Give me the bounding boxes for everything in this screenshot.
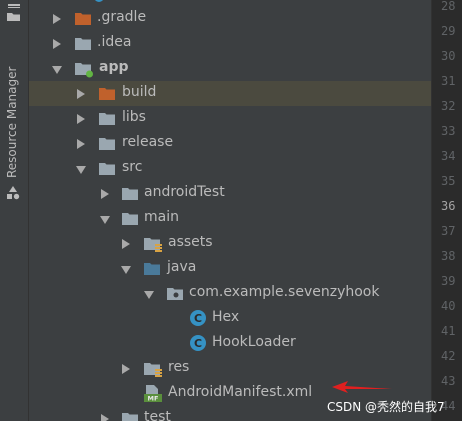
tree-label: .idea [97,34,132,50]
line-number: 34 [441,149,456,163]
tree-row-res[interactable]: res [29,356,431,381]
resource-folder-icon [144,363,162,377]
chevron-right-icon[interactable] [122,364,130,374]
chevron-right-icon[interactable] [122,239,130,249]
manifest-file-icon: MF [144,385,162,403]
line-number: 41 [441,324,456,338]
tree-label: assets [168,234,213,250]
tree-label: build [122,84,157,100]
tree-label: app [99,59,129,75]
chevron-right-icon[interactable] [101,414,109,421]
line-number: 32 [441,99,456,113]
tree-label: com.example.sevenzyhook [189,284,380,300]
tree-row-main[interactable]: main [29,206,431,231]
tree-label: HookLoader [212,334,296,350]
tree-label: libs [122,109,146,125]
tree-row-hex[interactable]: C Hex [29,306,431,331]
svg-text:C: C [194,337,202,350]
tree-label: androidTest [144,184,225,200]
tree-label: release [122,134,174,150]
folder-icon [122,188,138,200]
tool-window-strip: Resource Manager [0,0,29,421]
chevron-down-icon[interactable] [52,66,62,74]
chevron-right-icon[interactable] [53,39,61,49]
line-number: 31 [441,74,456,88]
tree-row-libs[interactable]: libs [29,106,431,131]
tree-label: src [122,159,143,175]
project-tool-icon[interactable] [6,4,21,22]
folder-icon [99,163,115,175]
chevron-down-icon[interactable] [121,266,131,274]
root-module-icon [95,0,103,2]
chevron-right-icon[interactable] [77,89,85,99]
line-number: 35 [441,174,456,188]
tree-row-app[interactable]: app [29,56,431,81]
tree-row-build[interactable]: build [29,81,431,106]
tree-row-java[interactable]: java [29,256,431,281]
tree-label: AndroidManifest.xml [168,384,313,400]
tree-row-gradle[interactable]: .gradle [29,6,431,31]
tree-label: test [144,409,171,421]
annotation-arrow [332,381,392,393]
line-number: 42 [441,349,456,363]
folder-icon [122,413,138,421]
editor-line-gutter: 28 29 30 31 32 33 34 35 36 37 38 39 40 4… [431,0,462,421]
chevron-right-icon[interactable] [77,139,85,149]
svg-text:MF: MF [148,395,159,403]
class-icon: C [190,335,206,351]
tree-row-release[interactable]: release [29,131,431,156]
line-number: 29 [441,24,456,38]
folder-icon [75,38,91,50]
folder-icon [122,213,138,225]
package-icon [167,288,183,300]
line-number: 39 [441,274,456,288]
tree-row-hookloader[interactable]: C HookLoader [29,331,431,356]
tree-row-src[interactable]: src [29,156,431,181]
line-number: 33 [441,124,456,138]
chevron-down-icon[interactable] [100,216,110,224]
folder-icon [99,138,115,150]
tree-row-assets[interactable]: assets [29,231,431,256]
chevron-down-icon[interactable] [144,291,154,299]
tree-row-package[interactable]: com.example.sevenzyhook [29,281,431,306]
tree-label: .gradle [97,9,147,25]
project-tree: .gradle .idea app build libs release src… [29,0,431,421]
module-folder-icon [75,63,93,78]
line-number: 43 [441,374,456,388]
folder-icon [99,113,115,125]
source-folder-icon [144,263,160,275]
svg-text:C: C [194,312,202,325]
tree-row-idea[interactable]: .idea [29,31,431,56]
tree-row-androidtest[interactable]: androidTest [29,181,431,206]
class-icon: C [190,310,206,326]
line-number: 40 [441,299,456,313]
chevron-right-icon[interactable] [53,14,61,24]
tree-label: Hex [212,309,240,325]
folder-orange-icon [75,13,91,25]
chevron-down-icon[interactable] [76,166,86,174]
line-number: 37 [441,224,456,238]
shapes-icon [7,186,20,200]
line-number: 30 [441,49,456,63]
folder-orange-icon [99,88,115,100]
tree-label: java [167,259,197,275]
chevron-right-icon[interactable] [101,189,109,199]
tree-label: res [168,359,190,375]
resource-manager-tab[interactable]: Resource Manager [5,58,19,178]
tree-label: main [144,209,179,225]
line-number: 28 [441,0,456,13]
resource-folder-icon [144,238,162,252]
chevron-right-icon[interactable] [77,114,85,124]
watermark-text: CSDN @秃然的自我7 [327,400,445,414]
line-number-current: 36 [441,199,456,213]
line-number: 38 [441,249,456,263]
